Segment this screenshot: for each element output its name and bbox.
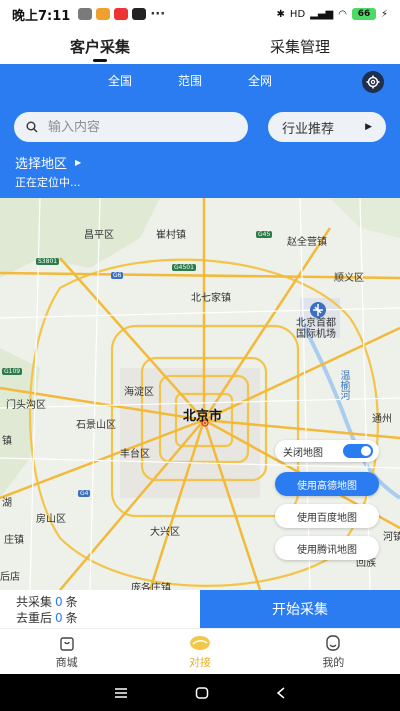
wifi-icon: ◠ [338,8,347,20]
region-select-label: 选择地区 [15,157,68,172]
road-badge: G4 [78,490,91,497]
road-badge: G45 [256,231,273,238]
road-badge: G109 [2,368,23,375]
shop-bag-icon [59,636,74,651]
map-label: 丰台区 [120,449,150,460]
battery-icon: 66 [351,8,376,20]
status-indicators: ✱ HD ▂▄▆ ◠ 66 ⚡ [277,8,388,20]
map-label-airport: 北京首都 国际机场 [296,318,336,340]
triangle-right-icon: ▶ [75,158,82,167]
map-label: 门头沟区 [6,400,46,411]
map-label: 后店 [0,572,20,583]
road-badge: S3801 [36,258,60,265]
dedup-row: 去重后 0 条 [16,610,200,626]
tab-collect-manage[interactable]: 采集管理 [200,28,400,64]
bottom-nav: 商城 对接 我的 [0,628,400,674]
map-label: 赵全营镇 [287,237,327,248]
search-input[interactable] [48,119,218,135]
notification-app-icon [132,8,147,20]
notification-app-icon [96,8,111,20]
charging-icon: ⚡ [380,8,388,20]
nav-item-label: 我的 [322,655,345,669]
scope-tab-nationwide[interactable]: 全国 [108,72,132,92]
bluetooth-icon: ✱ [276,8,285,20]
map-label: 昌平区 [84,230,114,241]
use-baidu-map-button[interactable]: 使用百度地图 [275,504,379,528]
total-collected-value: 0 [55,595,63,609]
system-nav-bar [0,674,400,711]
signal-hd-icon: HD [289,8,306,20]
close-map-toggle[interactable] [343,444,373,458]
use-amap-button[interactable]: 使用高德地图 [275,472,379,496]
nav-item-connect[interactable]: 对接 [133,629,266,674]
map-label: 河镇 [383,532,400,543]
more-notifications-icon: ··· [150,6,166,22]
location-status: 正在定位中... [15,176,81,189]
notification-app-icon [114,8,129,20]
region-select[interactable]: 选择地区 ▶ [15,153,81,172]
nav-item-mine[interactable]: 我的 [267,629,400,674]
status-bar: 晚上7:11 ··· ✱ HD ▂▄▆ ◠ 66 ⚡ [0,0,400,28]
map-label-river: 温榆河 [338,370,349,400]
start-collect-button[interactable]: 开始采集 [200,590,400,628]
notification-app-icon [78,8,93,20]
signal-icon: ▂▄▆ [310,8,334,20]
map-view[interactable]: 昌平区 崔村镇 赵全营镇 顺义区 北七家镇 北京首都 国际机场 海淀区 门头沟区… [0,198,400,590]
search-box[interactable] [14,112,248,142]
map-label: 石景山区 [76,420,116,431]
use-tencent-map-button[interactable]: 使用腾讯地图 [275,536,379,560]
settings-button[interactable] [362,71,384,93]
search-panel: 全国 范围 全网 行业推荐 ▶ 选择地区 ▶ 正在定位中... [0,64,400,198]
status-app-icons [78,8,147,20]
nav-item-label: 对接 [188,655,211,669]
tab-customer-collect[interactable]: 客户采集 [0,28,200,64]
profile-icon [326,634,341,651]
unit-label: 条 [65,595,78,609]
map-label: 海淀区 [124,387,154,398]
home-icon[interactable] [195,686,209,699]
top-tabs: 客户采集 采集管理 [0,28,400,64]
total-collected-row: 共采集 0 条 [16,594,200,610]
scope-tabs: 全国 范围 全网 [0,72,400,92]
nav-item-shop[interactable]: 商城 [0,629,133,674]
map-label: 顺义区 [334,273,364,284]
scope-tab-whole-web[interactable]: 全网 [248,72,272,92]
map-label: 湖 [2,498,12,509]
road-badge: G4501 [172,264,196,271]
scope-tab-range[interactable]: 范围 [178,72,202,92]
map-label: 通州 [372,414,392,425]
map-label: 北七家镇 [191,293,231,304]
map-label-city: 北京市 [183,409,223,424]
back-icon[interactable] [276,686,286,699]
total-collected-label: 共采集 [16,595,53,609]
map-label: 庄镇 [4,535,24,546]
handshake-icon [189,635,210,650]
map-label: 房山区 [36,514,66,525]
map-label: 崔村镇 [156,230,186,241]
unit-label: 条 [65,611,78,625]
dedup-label: 去重后 [16,611,53,625]
gear-icon [366,75,380,89]
search-icon [26,121,38,133]
collect-stats: 共采集 0 条 去重后 0 条 [0,590,200,628]
menu-icon[interactable] [114,687,128,699]
road-badge: G6 [111,272,124,279]
industry-recommend-label: 行业推荐 [282,121,335,137]
dedup-value: 0 [55,611,63,625]
nav-item-label: 商城 [55,655,78,669]
close-map-toggle-row: 关闭地图 [275,440,379,462]
status-time: 晚上7:11 [12,8,71,24]
map-label: 庞各庄镇 [131,583,171,590]
triangle-right-icon: ▶ [365,122,372,132]
map-label: 大兴区 [150,527,180,538]
industry-recommend-button[interactable]: 行业推荐 ▶ [268,112,386,142]
map-label: 镇 [2,436,12,447]
close-map-label: 关闭地图 [283,447,323,459]
